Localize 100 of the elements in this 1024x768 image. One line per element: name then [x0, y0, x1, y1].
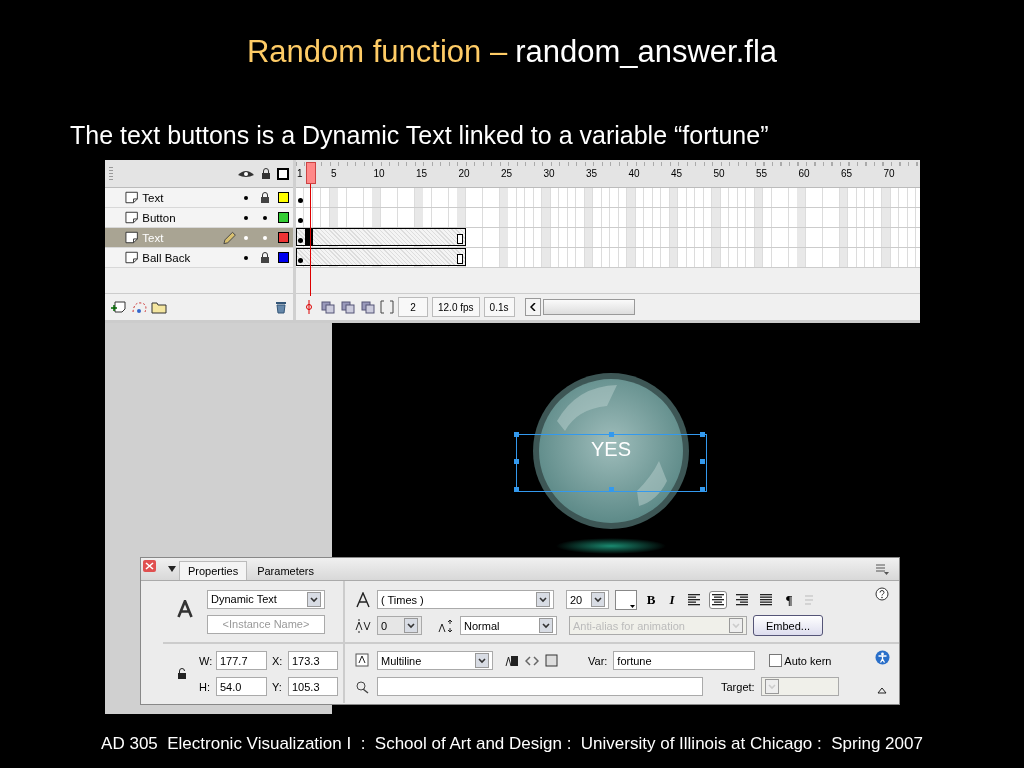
layer-icon: [125, 251, 139, 264]
frame-span[interactable]: [296, 228, 466, 246]
trash-icon[interactable]: [275, 300, 287, 314]
line-type-icon: [355, 652, 371, 669]
frame-number: 40: [628, 168, 640, 179]
layer-icon: [125, 231, 139, 244]
url-field[interactable]: [377, 677, 703, 696]
outline-icon[interactable]: [277, 167, 289, 180]
frame-number: 70: [883, 168, 895, 179]
frame-number: 65: [841, 168, 853, 179]
expand-icon[interactable]: [877, 687, 887, 694]
frame-span[interactable]: [296, 248, 466, 266]
layer-color-swatch[interactable]: [278, 192, 289, 203]
layer-row[interactable]: Button: [105, 208, 293, 228]
pencil-icon: [222, 230, 237, 245]
panel-tab[interactable]: Properties: [179, 561, 248, 580]
frame-number: 30: [543, 168, 555, 179]
slide-title: Random function –: [246, 33, 508, 71]
onion-skin-icon[interactable]: [340, 300, 356, 314]
frame-number: 45: [671, 168, 683, 179]
new-layer-icon[interactable]: [111, 300, 127, 314]
selectable-icon[interactable]: [505, 654, 519, 667]
dropdown-caret-icon: [764, 679, 779, 694]
visible-dot[interactable]: [243, 235, 248, 240]
layer-name: Ball Back: [142, 251, 192, 264]
position-dropdown[interactable]: Normal: [460, 616, 557, 635]
visible-dot[interactable]: [243, 255, 248, 260]
text-tool-icon: [177, 600, 193, 618]
layer-row[interactable]: Text: [105, 188, 293, 208]
frame-number: 55: [756, 168, 768, 179]
dropdown-caret-icon: [307, 591, 321, 607]
border-icon[interactable]: [545, 654, 558, 667]
y-label: Y:: [272, 680, 283, 693]
font-icon: [355, 591, 371, 608]
dropdown-caret-icon: [536, 592, 550, 607]
eye-icon[interactable]: [237, 168, 255, 179]
options-menu-icon[interactable]: [875, 563, 889, 575]
var-label: Var:: [588, 654, 608, 667]
dropdown-caret-icon: [475, 653, 489, 668]
visible-dot[interactable]: [243, 215, 248, 220]
layer-name: Text: [142, 191, 165, 204]
letter-spacing-field[interactable]: 0: [377, 616, 422, 635]
keyframe-dot[interactable]: [298, 218, 303, 223]
scrollbar-thumb[interactable]: [542, 299, 635, 315]
frame-ruler[interactable]: 1 5 10 15 20 25 30 35 40 45 50 55 60 65 70: [296, 160, 920, 188]
visible-dot[interactable]: [243, 195, 248, 200]
paragraph-button[interactable]: ¶: [781, 591, 797, 608]
frame-row[interactable]: [296, 248, 920, 268]
frame-row[interactable]: [296, 228, 920, 248]
keyframe-dot[interactable]: [298, 198, 303, 203]
accessibility-icon[interactable]: [874, 650, 890, 665]
layer-color-swatch[interactable]: [278, 252, 289, 263]
collapse-icon[interactable]: [167, 565, 177, 573]
layer-row[interactable]: Ball Back: [105, 248, 293, 268]
target-label: Target:: [721, 680, 755, 693]
folder-icon[interactable]: [151, 300, 167, 314]
unlock-icon[interactable]: [177, 667, 187, 680]
frame-number: 25: [501, 168, 513, 179]
align-center-button[interactable]: [709, 590, 727, 609]
variable-field[interactable]: fortune: [613, 651, 756, 670]
frame-number: 15: [416, 168, 428, 179]
html-icon[interactable]: [525, 654, 539, 667]
height-field[interactable]: 54.0: [216, 677, 267, 696]
lock-icon[interactable]: [259, 251, 270, 264]
layer-name: Text: [142, 231, 165, 244]
x-field[interactable]: 173.3: [288, 651, 338, 670]
panel-tab[interactable]: Parameters: [249, 562, 322, 580]
frame-number: 35: [586, 168, 598, 179]
italic-button[interactable]: I: [665, 591, 679, 608]
font-dropdown[interactable]: ( Times ): [377, 590, 554, 609]
text-type-dropdown[interactable]: Dynamic Text: [207, 589, 325, 609]
unlocked-dot[interactable]: [262, 215, 267, 220]
layer-color-swatch[interactable]: [278, 212, 289, 223]
scroll-left-button[interactable]: [524, 298, 541, 316]
dropdown-caret-icon: [591, 592, 605, 607]
onion-skin-icon[interactable]: [360, 300, 376, 314]
keyframe-dot[interactable]: [298, 258, 303, 263]
close-icon[interactable]: [143, 560, 156, 572]
lock-icon[interactable]: [261, 167, 271, 180]
bold-button[interactable]: B: [643, 591, 659, 608]
bracket-icon[interactable]: [380, 300, 394, 314]
y-field[interactable]: 105.3: [288, 677, 338, 696]
onion-skin-icon[interactable]: [320, 300, 336, 314]
embed-button[interactable]: Embed...: [753, 615, 824, 636]
layer-name: Button: [142, 211, 177, 224]
guide-layer-icon[interactable]: [131, 300, 147, 314]
unlocked-dot[interactable]: [262, 235, 267, 240]
keyframe-dot[interactable]: [298, 238, 303, 243]
frame-rate[interactable]: 12.0 fps: [432, 297, 480, 317]
selection-box[interactable]: [516, 434, 707, 492]
help-icon[interactable]: [875, 587, 889, 601]
layer-color-swatch[interactable]: [278, 232, 289, 243]
font-size-field[interactable]: 20: [566, 590, 609, 609]
width-field[interactable]: 177.7: [216, 651, 267, 670]
auto-kern-checkbox[interactable]: [769, 654, 783, 667]
lock-icon[interactable]: [259, 191, 270, 204]
color-swatch[interactable]: [615, 589, 637, 610]
playhead[interactable]: [305, 162, 316, 184]
chevron-left-icon: [529, 303, 536, 311]
line-type-dropdown[interactable]: Multiline: [377, 651, 493, 670]
